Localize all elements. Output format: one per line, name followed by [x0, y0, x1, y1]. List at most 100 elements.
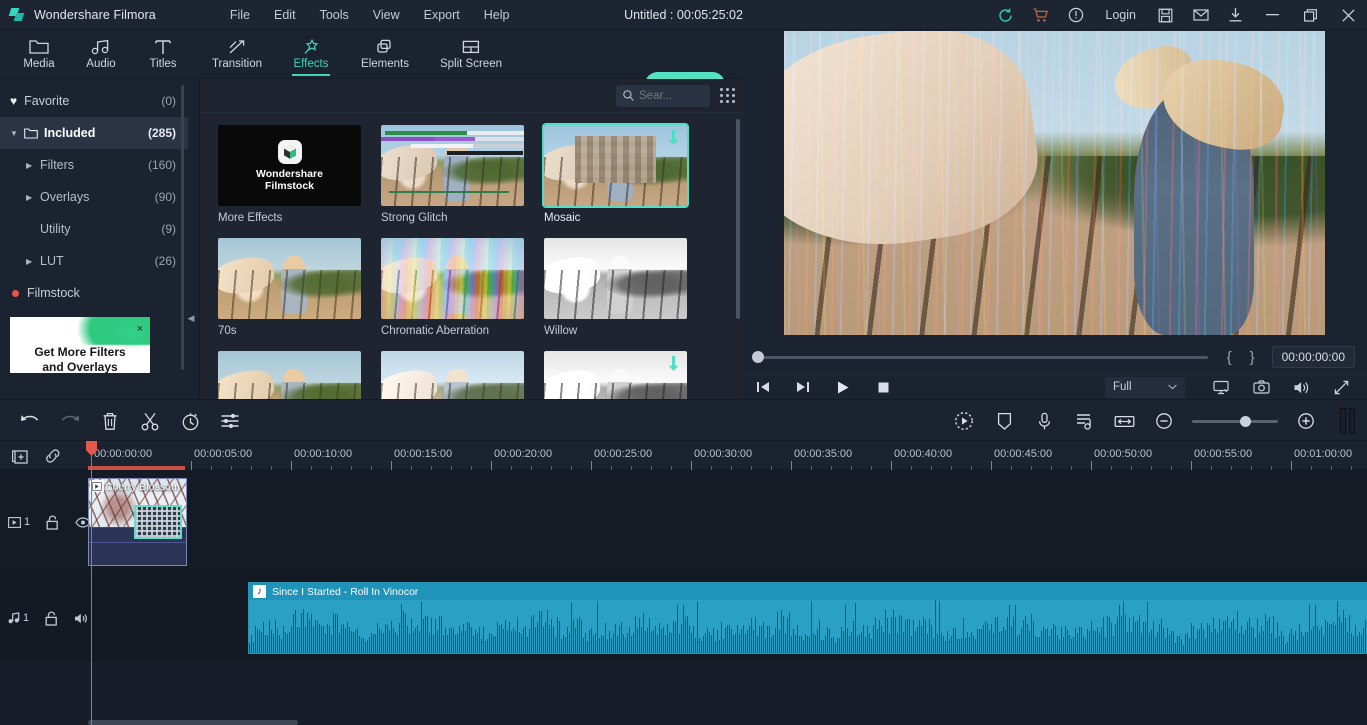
marker-button[interactable] [984, 400, 1024, 442]
sidebar-item-lut[interactable]: ▶ LUT (26) [0, 245, 188, 277]
sidebar-item-utility[interactable]: Utility (9) [0, 213, 188, 245]
audio-track-body[interactable]: ♪ Since I Started - Roll In Vinocor [88, 574, 1367, 662]
audio-mixer-button[interactable] [1064, 400, 1104, 442]
sidebar-scrollbar[interactable] [181, 85, 184, 370]
mark-out-button[interactable]: } [1241, 349, 1264, 366]
menu-item-export[interactable]: Export [412, 4, 472, 26]
delete-button[interactable] [90, 400, 130, 442]
grid-view-icon[interactable] [720, 88, 735, 103]
snapshot-camera-icon[interactable] [1241, 375, 1281, 400]
display-mode-icon[interactable] [1201, 375, 1241, 400]
effect-card-partial-c[interactable] [544, 351, 687, 399]
add-marker-button[interactable] [9, 445, 31, 467]
ruler-label: 00:00:35:00 [794, 448, 852, 460]
mail-icon[interactable] [1183, 0, 1218, 30]
zoom-slider-handle[interactable] [1240, 416, 1251, 427]
speed-timer-button[interactable] [170, 400, 210, 442]
audio-clip-title: Since I Started - Roll In Vinocor [272, 586, 418, 598]
zoom-in-button[interactable] [1286, 400, 1326, 442]
video-canvas[interactable] [784, 31, 1325, 335]
download-icon[interactable] [668, 356, 679, 374]
mosaic-effect-thumbnail[interactable] [134, 505, 182, 539]
timeline-clip-audio[interactable]: ♪ Since I Started - Roll In Vinocor [248, 582, 1367, 654]
next-frame-button[interactable] [783, 375, 823, 400]
cart-icon[interactable] [1023, 0, 1058, 30]
volume-icon[interactable] [1281, 375, 1321, 400]
mark-in-button[interactable]: { [1218, 349, 1241, 366]
menu-item-edit[interactable]: Edit [262, 4, 308, 26]
preview-timecode[interactable]: 00:00:00:00 [1272, 346, 1355, 368]
adjust-sliders-button[interactable] [210, 400, 250, 442]
effect-card-partial-b[interactable] [381, 351, 524, 399]
promo-banner[interactable]: × Get More Filters and Overlays [10, 317, 150, 373]
undo-button[interactable] [10, 400, 50, 442]
collapse-sidebar-button[interactable]: ◀ [186, 307, 196, 329]
fit-timeline-button[interactable] [1104, 400, 1144, 442]
sync-icon[interactable] [988, 0, 1023, 30]
download-icon[interactable] [668, 130, 679, 148]
tab-audio[interactable]: Audio [70, 31, 132, 78]
split-scissors-button[interactable] [130, 400, 170, 442]
unlocked-padlock-icon[interactable] [45, 611, 58, 626]
effects-scrollbar[interactable] [736, 119, 740, 319]
preview-quality-select[interactable]: Full [1105, 377, 1185, 398]
prev-frame-button[interactable] [743, 375, 783, 400]
effect-card-mosaic[interactable]: Mosaic [544, 125, 687, 224]
maximize-button[interactable] [1291, 0, 1329, 30]
tab-titles[interactable]: Titles [132, 31, 194, 78]
tab-effects[interactable]: Effects [280, 31, 342, 78]
scrubber-handle[interactable] [752, 351, 764, 363]
effect-card-more-effects[interactable]: Wondershare Filmstock More Effects [218, 125, 361, 224]
effect-label: Willow [544, 325, 687, 337]
menu-item-file[interactable]: File [218, 4, 262, 26]
redo-button[interactable] [50, 400, 90, 442]
play-button[interactable] [823, 375, 863, 400]
link-unlink-button[interactable] [42, 445, 64, 467]
playhead[interactable] [91, 441, 92, 725]
timeline-ruler[interactable]: 00:00:00:0000:00:05:0000:00:10:0000:00:1… [88, 441, 1367, 470]
render-bars-button[interactable] [1340, 408, 1355, 434]
voiceover-mic-button[interactable] [1024, 400, 1064, 442]
filmora-window: Wondershare Filmora File Edit Tools View… [0, 0, 1367, 725]
effect-card-70s[interactable]: 70s [218, 238, 361, 337]
ruler-label: 00:00:40:00 [894, 448, 952, 460]
zoom-slider[interactable] [1192, 420, 1278, 423]
tab-elements[interactable]: Elements [342, 31, 428, 78]
video-track-body[interactable]: Cherry Blossom [88, 470, 1367, 574]
sidebar-item-filmstock[interactable]: Filmstock [0, 277, 188, 309]
info-icon[interactable] [1058, 0, 1093, 30]
save-icon[interactable] [1148, 0, 1183, 30]
timeline-horizontal-scrollbar[interactable] [88, 720, 298, 725]
transition-arrows-icon [227, 39, 247, 55]
tab-media[interactable]: Media [8, 31, 70, 78]
close-icon[interactable]: × [137, 323, 143, 335]
effect-card-chromatic-aberration[interactable]: Chromatic Aberration [381, 238, 524, 337]
fullscreen-icon[interactable] [1321, 375, 1361, 400]
menu-item-tools[interactable]: Tools [308, 4, 361, 26]
sidebar-item-included[interactable]: ▼ Included (285) [0, 117, 188, 149]
search-input[interactable] [639, 90, 703, 102]
sidebar-item-overlays[interactable]: ▶ Overlays (90) [0, 181, 188, 213]
scrubber-track[interactable] [755, 356, 1208, 359]
tab-split-screen[interactable]: Split Screen [428, 31, 514, 78]
tab-transition[interactable]: Transition [194, 31, 280, 78]
effect-card-strong-glitch[interactable]: Strong Glitch [381, 125, 524, 224]
timeline-clip-video[interactable]: Cherry Blossom [88, 478, 187, 566]
menu-item-help[interactable]: Help [472, 4, 522, 26]
sidebar-item-filters[interactable]: ▶ Filters (160) [0, 149, 188, 181]
sidebar-item-favorite[interactable]: ♥ Favorite (0) [0, 85, 188, 117]
stop-button[interactable] [863, 375, 903, 400]
ruler-major-tick [891, 461, 892, 470]
minimize-button[interactable] [1253, 0, 1291, 30]
download-icon[interactable] [1218, 0, 1253, 30]
search-box[interactable] [616, 85, 710, 107]
unlocked-padlock-icon[interactable] [46, 515, 59, 530]
login-button[interactable]: Login [1093, 0, 1148, 30]
effect-card-willow[interactable]: Willow [544, 238, 687, 337]
effect-preview-art [544, 351, 687, 399]
menu-item-view[interactable]: View [361, 4, 412, 26]
close-button[interactable] [1329, 0, 1367, 30]
record-keyframe-button[interactable] [944, 400, 984, 442]
effect-card-partial-a[interactable] [218, 351, 361, 399]
zoom-out-button[interactable] [1144, 400, 1184, 442]
